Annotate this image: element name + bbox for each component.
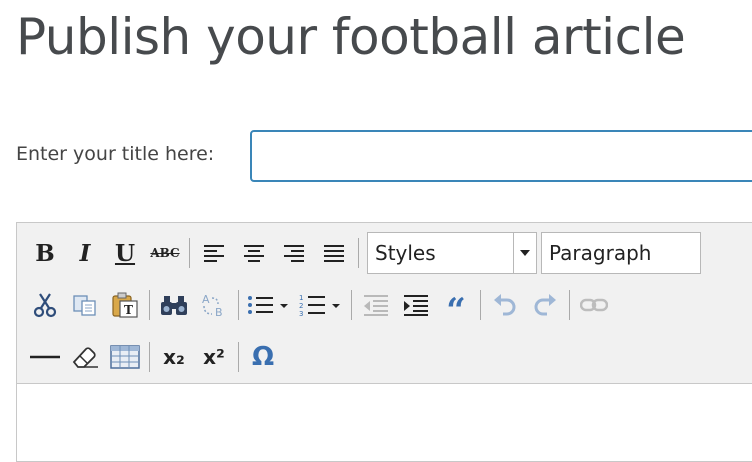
- toolbar-separator: [149, 290, 150, 320]
- align-center-icon: [244, 245, 264, 262]
- subscript-icon: x₂: [163, 345, 185, 369]
- paste-text-button[interactable]: T: [105, 288, 145, 322]
- toolbar-separator: [189, 238, 190, 268]
- numbered-list-button[interactable]: 123: [295, 288, 347, 322]
- superscript-icon: x²: [203, 345, 225, 369]
- indent-icon: [404, 295, 428, 316]
- rich-text-editor: B I U ABC Styles Paragraph T A B 1 2 3 “…: [16, 222, 752, 462]
- horizontal-rule-button[interactable]: [25, 340, 65, 374]
- table-button[interactable]: [105, 340, 145, 374]
- undo-button[interactable]: [485, 288, 525, 322]
- copy-button[interactable]: [65, 288, 105, 322]
- toolbar-separator: [358, 238, 359, 268]
- cut-icon: [33, 293, 57, 318]
- svg-text:2: 2: [299, 302, 303, 310]
- format-dropdown[interactable]: Paragraph: [541, 232, 701, 274]
- svg-text:B: B: [215, 306, 223, 318]
- subscript-button[interactable]: x₂: [154, 340, 194, 374]
- toolbar-separator: [238, 342, 239, 372]
- numbered-list-icon: 123: [299, 294, 340, 317]
- superscript-button[interactable]: x²: [194, 340, 234, 374]
- toolbar-separator: [238, 290, 239, 320]
- align-left-icon: [204, 245, 224, 262]
- toolbar-separator: [569, 290, 570, 320]
- align-center-button[interactable]: [234, 236, 274, 270]
- toolbar-separator: [480, 290, 481, 320]
- replace-button[interactable]: A B: [194, 288, 234, 322]
- format-dropdown-value: Paragraph: [549, 241, 652, 265]
- copy-icon: [73, 295, 96, 316]
- outdent-icon: [364, 295, 388, 316]
- redo-button[interactable]: [525, 288, 565, 322]
- align-justify-button[interactable]: [314, 236, 354, 270]
- title-input[interactable]: [250, 130, 752, 182]
- special-character-button[interactable]: Ω: [243, 340, 283, 374]
- align-right-icon: [284, 245, 304, 262]
- toolbar-row-1: B I U ABC Styles Paragraph: [25, 232, 701, 274]
- blockquote-icon: “: [446, 291, 466, 331]
- bulleted-list-button[interactable]: [243, 288, 295, 322]
- blockquote-button[interactable]: “: [436, 288, 476, 328]
- horizontal-rule-icon: [30, 355, 60, 359]
- styles-dropdown[interactable]: Styles: [367, 232, 537, 274]
- replace-icon: A B: [202, 293, 223, 318]
- toolbar-row-3: x₂ x² Ω: [25, 337, 283, 377]
- strikethrough-icon: ABC: [150, 246, 180, 260]
- align-right-button[interactable]: [274, 236, 314, 270]
- bold-button[interactable]: B: [25, 236, 65, 270]
- chevron-down-icon[interactable]: [513, 233, 536, 273]
- underline-button[interactable]: U: [105, 236, 145, 270]
- paste-text-icon: T: [112, 292, 138, 318]
- find-icon: [161, 296, 187, 315]
- find-button[interactable]: [154, 288, 194, 322]
- svg-text:3: 3: [299, 310, 303, 317]
- indent-button[interactable]: [396, 288, 436, 322]
- styles-dropdown-value: Styles: [375, 241, 436, 265]
- outdent-button[interactable]: [356, 288, 396, 322]
- title-label: Enter your title here:: [16, 143, 215, 165]
- align-left-button[interactable]: [194, 236, 234, 270]
- svg-text:1: 1: [299, 294, 303, 302]
- editor-content-area[interactable]: [17, 384, 752, 461]
- svg-text:A: A: [202, 293, 210, 306]
- align-justify-icon: [324, 245, 344, 262]
- strikethrough-button[interactable]: ABC: [145, 236, 185, 270]
- svg-text:T: T: [124, 303, 133, 317]
- remove-format-button[interactable]: [65, 340, 105, 374]
- bulleted-list-icon: [248, 296, 288, 314]
- bold-icon: B: [35, 239, 55, 267]
- link-button[interactable]: [574, 288, 614, 322]
- italic-button[interactable]: I: [65, 236, 105, 270]
- redo-icon: [534, 294, 556, 316]
- underline-icon: U: [114, 239, 136, 267]
- eraser-icon: [72, 347, 98, 368]
- page-title: Publish your football article: [16, 8, 686, 66]
- link-icon: [580, 298, 608, 312]
- undo-icon: [494, 294, 516, 316]
- special-character-icon: Ω: [251, 342, 275, 372]
- italic-icon: I: [79, 239, 91, 267]
- cut-button[interactable]: [25, 288, 65, 322]
- table-icon: [110, 345, 140, 369]
- editor-toolbar: B I U ABC Styles Paragraph T A B 1 2 3 “…: [17, 223, 752, 384]
- toolbar-separator: [351, 290, 352, 320]
- toolbar-separator: [149, 342, 150, 372]
- toolbar-row-2: T A B 1 2 3 “: [25, 285, 614, 328]
